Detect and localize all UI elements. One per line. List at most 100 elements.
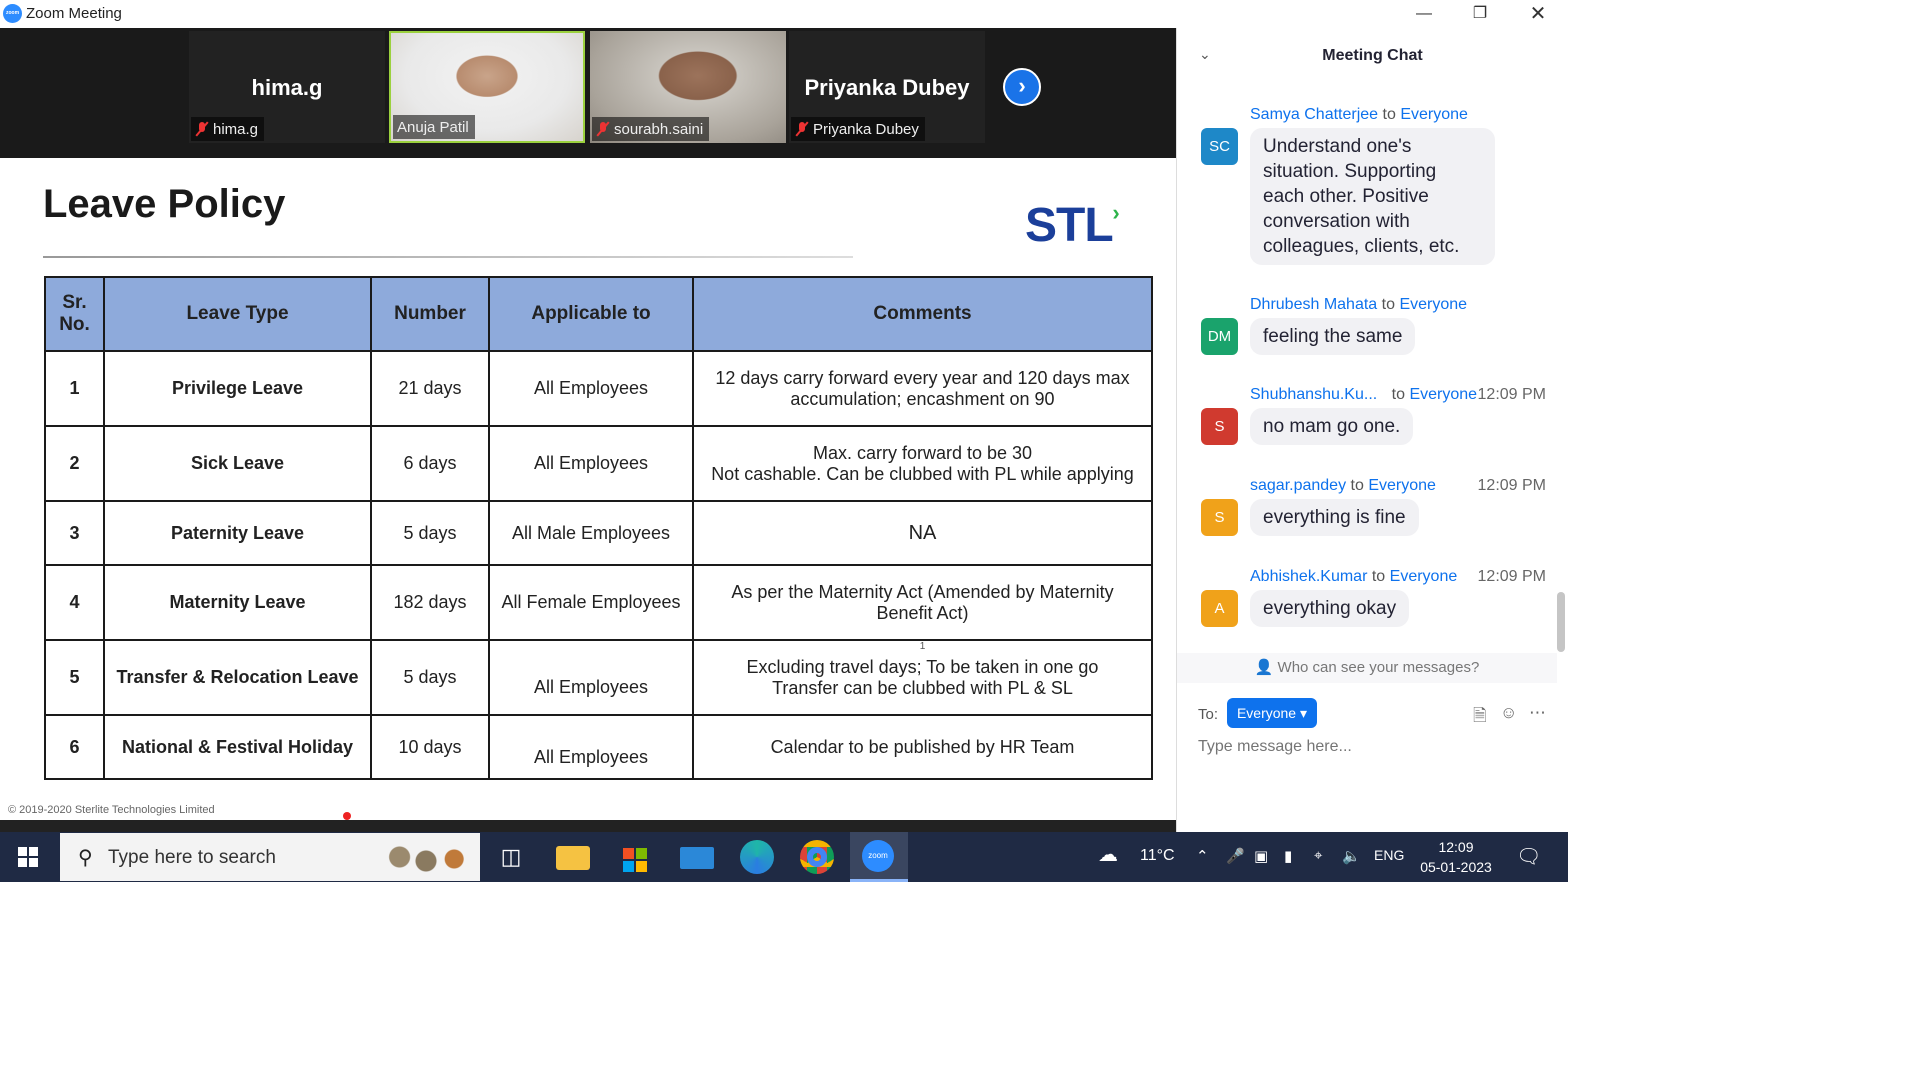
recipient-name[interactable]: Everyone <box>1409 386 1477 403</box>
language-indicator[interactable]: ENG <box>1374 847 1404 863</box>
pointer-dot <box>343 812 351 820</box>
sr-no-cell: 5 <box>44 639 105 716</box>
avatar: S <box>1201 499 1238 536</box>
windows-start-icon[interactable] <box>18 847 38 867</box>
zoom-logo-icon: zoom <box>3 4 22 23</box>
message-header: Abhishek.Kumar to Everyone <box>1250 568 1457 586</box>
more-options-icon[interactable]: ⋯ <box>1529 703 1546 723</box>
leave-type-cell: National & Festival Holiday <box>103 714 372 780</box>
column-header: Leave Type <box>103 276 372 352</box>
participant-tile-active-speaker[interactable]: Anuja Patil <box>389 31 585 143</box>
number-cell: 10 days <box>370 714 490 780</box>
table-row: 2 Sick Leave 6 days All Employees Max. c… <box>44 425 1153 502</box>
message-time: 12:09 PM <box>1477 568 1546 585</box>
restore-button[interactable]: ❐ <box>1460 2 1500 26</box>
participant-tag-name: hima.g <box>213 120 259 138</box>
participant-name-tag: sourabh.saini <box>592 117 710 141</box>
who-can-see-link[interactable]: 👤 Who can see your messages? <box>1177 653 1557 683</box>
volume-icon[interactable]: 🔈 <box>1342 847 1361 865</box>
column-header: Sr. No. <box>44 276 105 352</box>
chat-message: Samya Chatterjee to Everyone SC Understa… <box>1201 106 1546 276</box>
sender-name[interactable]: Dhrubesh Mahata <box>1250 296 1377 313</box>
table-row: 1 Privilege Leave 21 days All Employees … <box>44 350 1153 427</box>
emoji-icon[interactable]: ☺ <box>1500 703 1517 723</box>
who-can-see-text: Who can see your messages? <box>1277 659 1480 676</box>
column-header: Comments <box>692 276 1153 352</box>
to-word: to <box>1382 106 1396 123</box>
weather-icon[interactable]: ☁ <box>1098 842 1118 867</box>
sr-no-cell: 4 <box>44 564 105 641</box>
recipient-name[interactable]: Everyone <box>1390 568 1458 585</box>
participant-display-name: hima.g <box>251 75 323 100</box>
slide-bottom-bar <box>0 820 1176 832</box>
taskbar-search-box[interactable]: ⚲ Type here to search <box>60 833 480 881</box>
table-row: 5 Transfer & Relocation Leave 5 days All… <box>44 639 1153 716</box>
logo-text: STL <box>1025 199 1114 252</box>
chat-message: Shubhanshu.Ku... to Everyone 12:09 PM S … <box>1201 386 1546 446</box>
participant-tile[interactable]: Priyanka Dubey Priyanka Dubey <box>789 31 985 143</box>
recipient-select-value: Everyone <box>1236 705 1297 721</box>
recipient-name[interactable]: Everyone <box>1368 477 1436 494</box>
wifi-icon[interactable]: ⌖ <box>1314 847 1322 864</box>
microsoft-store-icon[interactable] <box>618 840 652 874</box>
mail-icon[interactable] <box>680 847 714 869</box>
applicable-cell: All Employees <box>488 714 694 780</box>
chrome-browser-icon[interactable] <box>800 840 834 874</box>
sender-name[interactable]: Shubhanshu.Ku... <box>1250 386 1377 403</box>
microphone-icon[interactable]: 🎤 <box>1226 847 1245 865</box>
comments-cell: Calendar to be published by HR Team <box>692 714 1153 780</box>
clock-date: 05-01-2023 <box>1420 859 1492 875</box>
meeting-chat-panel: ⌄ Meeting Chat Samya Chatterjee to Every… <box>1176 28 1568 832</box>
recipient-name[interactable]: Everyone <box>1399 296 1467 313</box>
screen-share-icon[interactable]: ▣ <box>1254 847 1268 865</box>
windows-taskbar: ⚲ Type here to search ◫ zoom ☁ 11°C ⌃ 🎤 … <box>0 832 1568 882</box>
participant-name-tag: Priyanka Dubey <box>791 117 925 141</box>
to-word: to <box>1371 568 1386 585</box>
participant-tag-name: Priyanka Dubey <box>813 120 919 138</box>
search-icon: ⚲ <box>78 847 93 869</box>
comments-cell: 12 days carry forward every year and 120… <box>692 350 1153 427</box>
stl-logo: STL › <box>1025 198 1120 253</box>
column-header: Applicable to <box>488 276 694 352</box>
sr-no-cell: 6 <box>44 714 105 780</box>
task-view-icon[interactable]: ◫ <box>494 840 528 874</box>
sender-name[interactable]: Abhishek.Kumar <box>1250 568 1367 585</box>
message-bubble: Understand one's situation. Supporting e… <box>1250 128 1495 265</box>
applicable-cell: All Employees <box>488 639 694 716</box>
file-icon[interactable]: 🗎 <box>1473 703 1487 732</box>
notifications-icon[interactable]: 🗨 <box>1516 844 1541 869</box>
edge-browser-icon[interactable] <box>740 840 774 874</box>
weather-temperature[interactable]: 11°C <box>1140 847 1175 865</box>
avatar: S <box>1201 408 1238 445</box>
window-title: Zoom Meeting <box>26 5 122 22</box>
chat-scrollbar[interactable] <box>1557 592 1565 652</box>
zoom-taskbar-button[interactable]: zoom <box>850 832 908 882</box>
message-bubble: no mam go one. <box>1250 408 1414 445</box>
to-word: to <box>1391 386 1406 403</box>
recipient-name[interactable]: Everyone <box>1400 106 1468 123</box>
close-button[interactable]: ✕ <box>1518 2 1558 26</box>
show-hidden-icons-icon[interactable]: ⌃ <box>1196 847 1209 865</box>
message-bubble: everything is fine <box>1250 499 1419 536</box>
next-participants-button[interactable]: › <box>1003 68 1041 106</box>
sender-name[interactable]: sagar.pandey <box>1250 477 1346 494</box>
recipient-select[interactable]: Everyone ▾ <box>1227 698 1317 728</box>
taskbar-clock[interactable]: 12:09 05-01-2023 <box>1410 837 1502 877</box>
slide-title: Leave Policy <box>43 182 286 226</box>
minimize-button[interactable]: — <box>1404 2 1444 26</box>
battery-icon[interactable]: ▮ <box>1284 847 1292 865</box>
sender-name[interactable]: Samya Chatterjee <box>1250 106 1378 123</box>
message-bubble: everything okay <box>1250 590 1410 627</box>
participant-tile[interactable]: hima.g hima.g <box>189 31 385 143</box>
number-cell: 5 days <box>370 500 490 566</box>
file-explorer-icon[interactable] <box>556 846 590 870</box>
video-strip: hima.g hima.g Anuja Patil sourabh.saini … <box>0 28 1176 158</box>
to-word: to <box>1350 477 1364 494</box>
mic-muted-icon <box>795 121 809 137</box>
participant-tile[interactable]: sourabh.saini <box>590 31 786 143</box>
chat-message-input[interactable] <box>1198 738 1548 756</box>
chevron-down-icon: ▾ <box>1300 705 1308 721</box>
person-lock-icon: 👤 <box>1254 659 1274 676</box>
applicable-cell: All Employees <box>488 350 694 427</box>
mic-muted-icon <box>195 121 209 137</box>
